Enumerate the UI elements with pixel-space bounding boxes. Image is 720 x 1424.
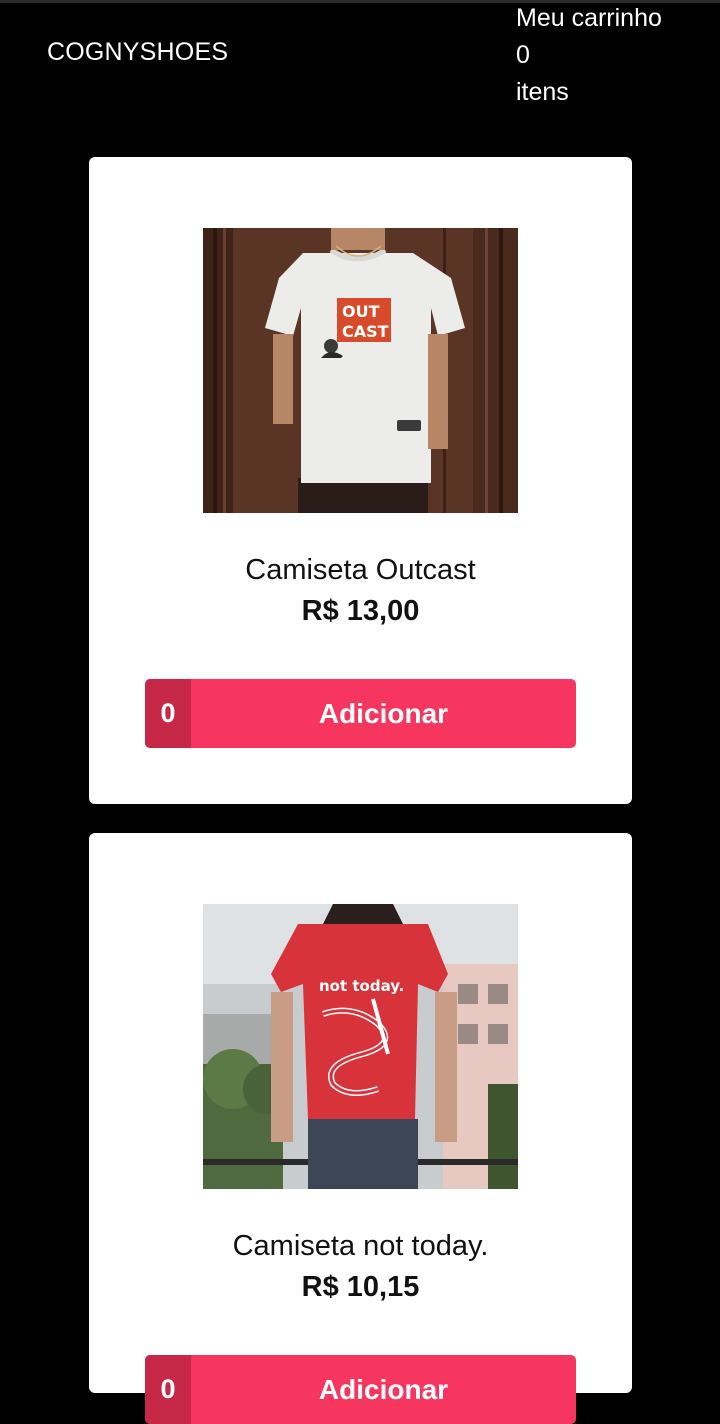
quantity-badge: 0 [145, 1355, 191, 1424]
product-card: OUT CAST Camiseta Outcast R$ 13,00 0 Adi… [89, 157, 632, 804]
add-to-cart-button[interactable]: 0 Adicionar [145, 1355, 576, 1424]
cart-summary[interactable]: Meu carrinho 0 itens [516, 0, 662, 111]
product-price: R$ 10,15 [301, 1271, 420, 1303]
add-to-cart-button[interactable]: 0 Adicionar [145, 679, 576, 748]
product-image-not-today-shirt: not today. [203, 904, 518, 1189]
product-price: R$ 13,00 [301, 595, 420, 627]
product-name: Camiseta not today. [232, 1230, 489, 1262]
add-button-label: Adicionar [318, 1374, 449, 1405]
image-text-cast: CAST [342, 322, 389, 341]
app-header: COGNYSHOES Meu carrinho 0 itens [0, 0, 720, 130]
product-card: not today. Camiseta not today. R$ 10,15 … [89, 833, 632, 1424]
brand-logo[interactable]: COGNYSHOES [47, 38, 228, 67]
image-text-not-today: not today. [319, 977, 404, 995]
cart-count: 0 [516, 41, 530, 69]
add-button-label: Adicionar [318, 698, 449, 729]
cart-title: Meu carrinho [516, 4, 662, 32]
cart-unit: itens [516, 78, 569, 106]
product-image-outcast-shirt: OUT CAST [203, 228, 518, 513]
image-text-out: OUT [342, 302, 380, 321]
product-name: Camiseta Outcast [245, 554, 476, 586]
quantity-badge: 0 [145, 679, 191, 748]
